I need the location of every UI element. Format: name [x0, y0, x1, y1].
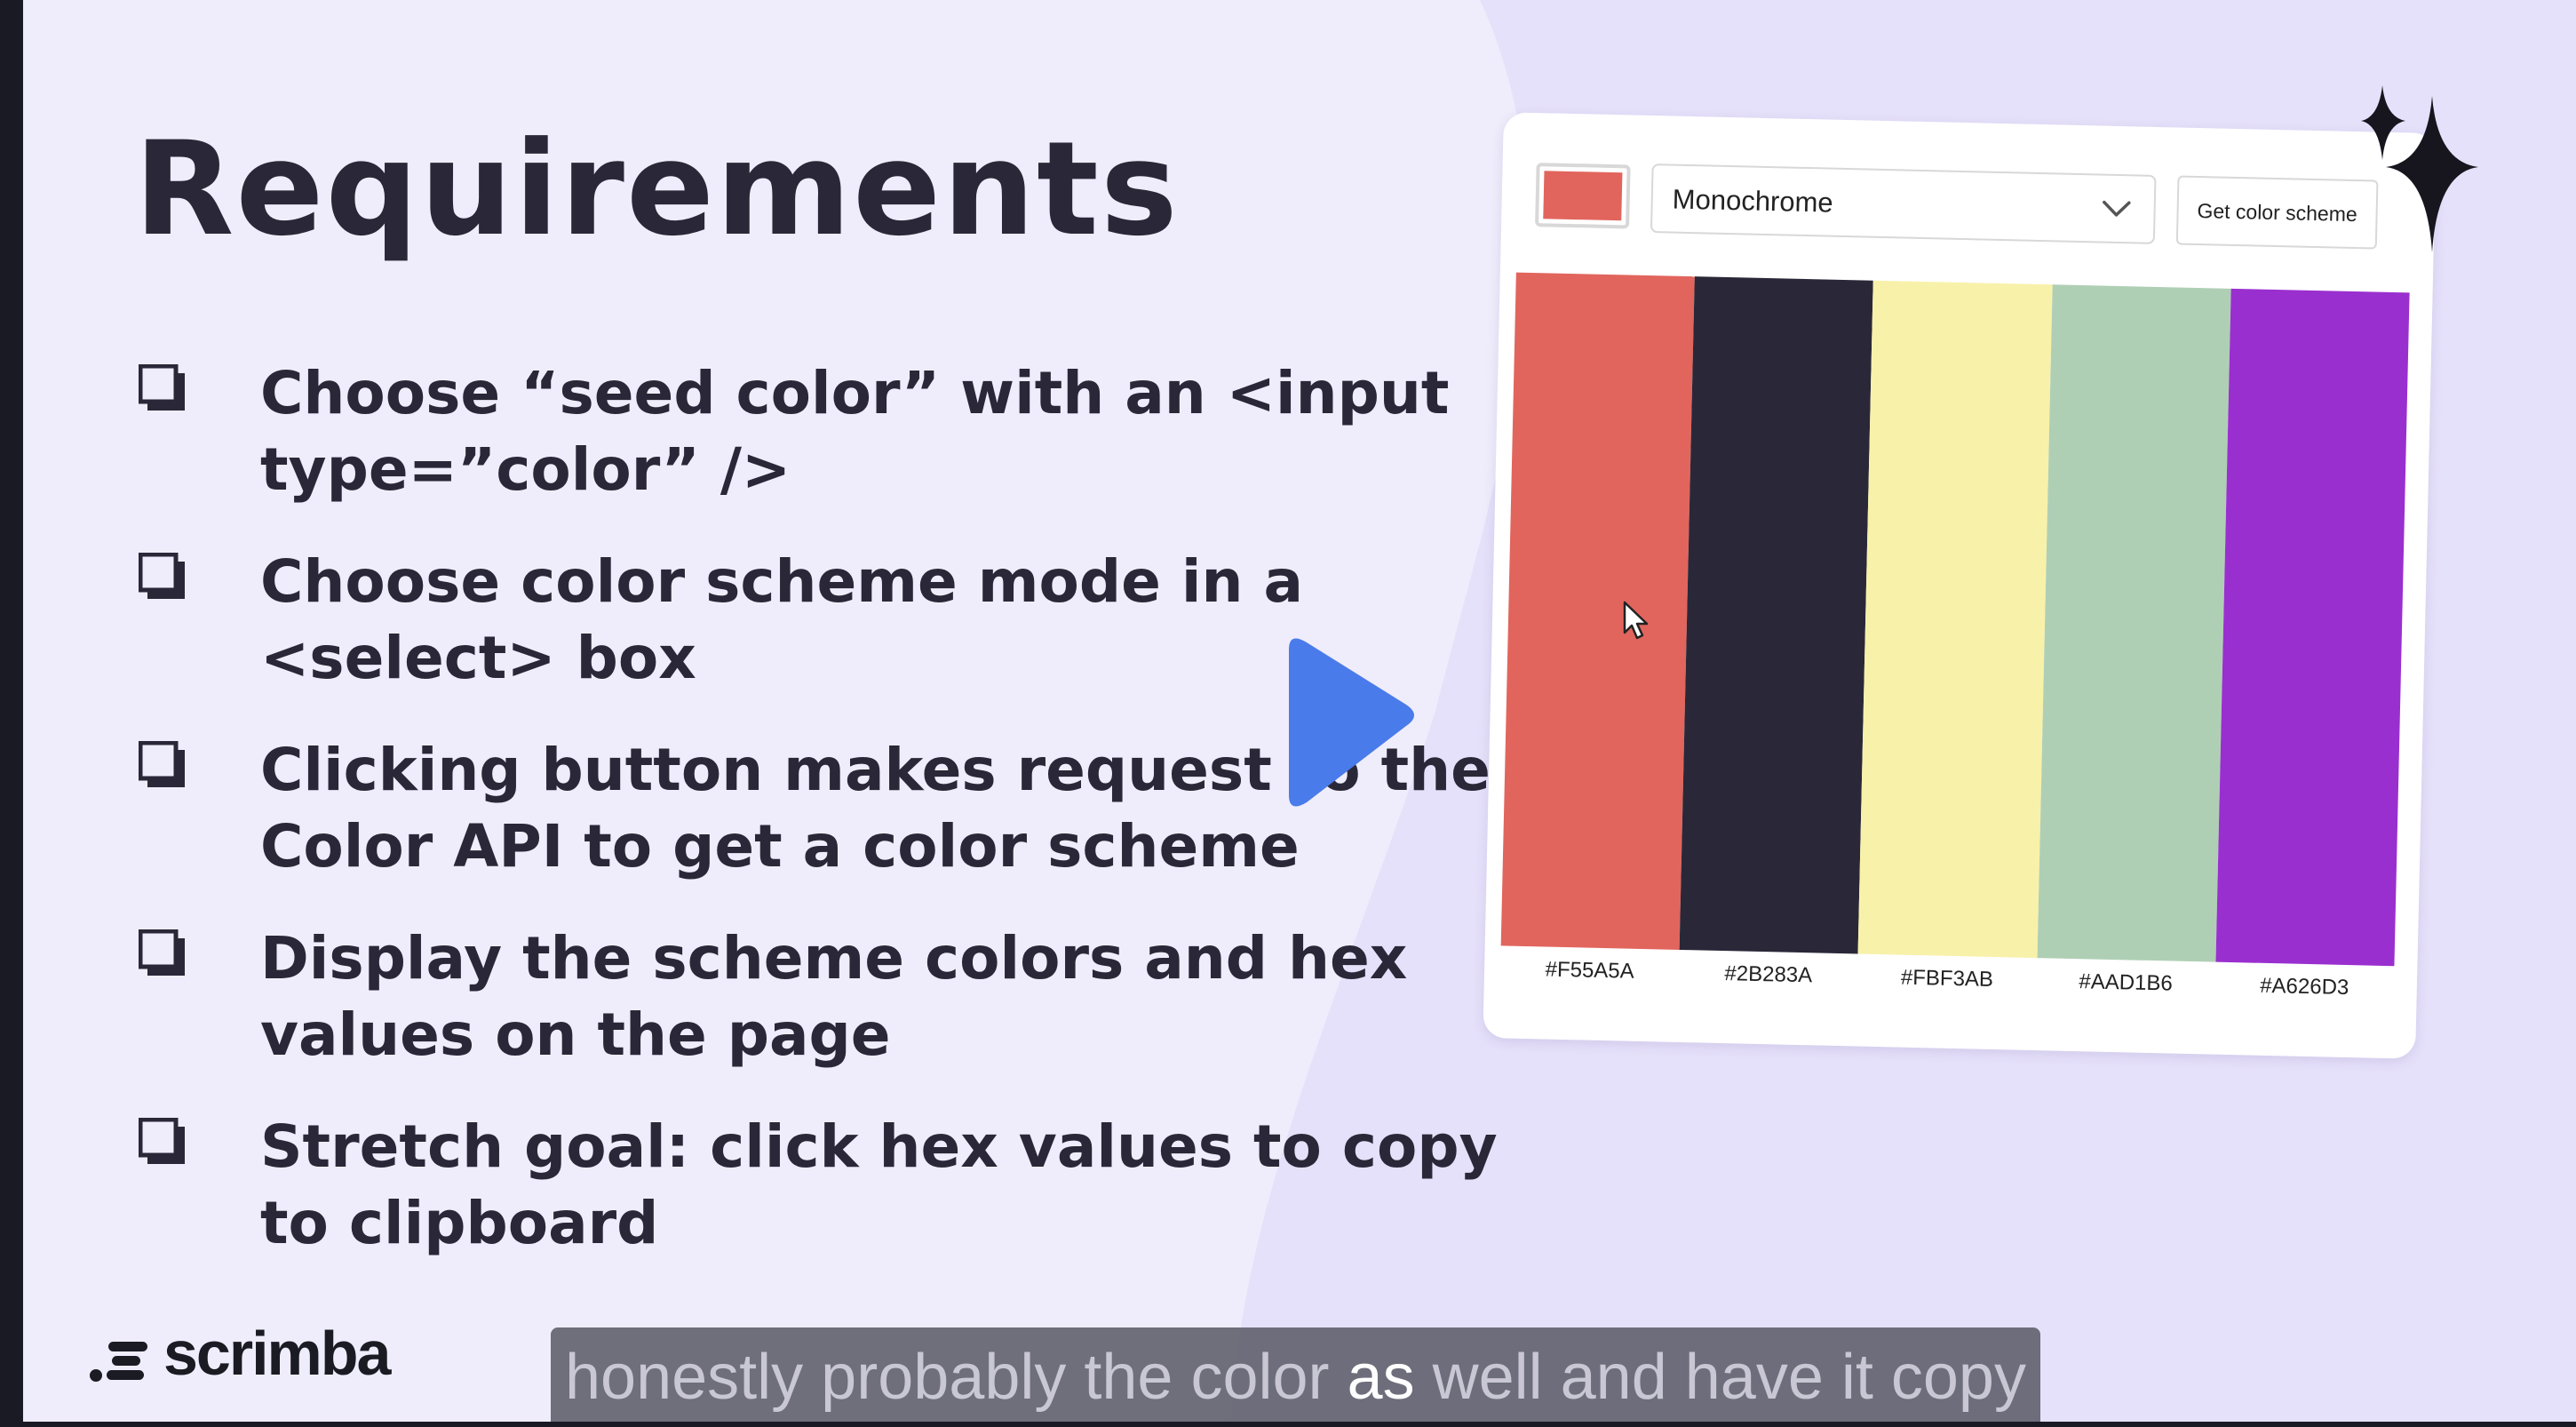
caption-text: well and have it copy	[1414, 1342, 2026, 1413]
color-swatch[interactable]	[1679, 276, 1874, 954]
hex-value[interactable]: #F55A5A	[1500, 956, 1680, 985]
hex-value[interactable]: #FBF3AB	[1857, 965, 2037, 994]
app-preview: Monochrome Get color scheme #F55A5A #2B2…	[1483, 112, 2437, 1059]
seed-color-fill	[1543, 171, 1623, 221]
caption-text: honestly probably the color	[565, 1342, 1348, 1413]
get-color-scheme-button[interactable]: Get color scheme	[2175, 175, 2379, 250]
checkbox-icon	[139, 741, 185, 787]
color-swatch[interactable]	[1857, 280, 2053, 959]
color-swatch[interactable]	[2215, 288, 2410, 967]
sparkle-icon	[2361, 85, 2478, 252]
hex-value[interactable]: #AAD1B6	[2036, 969, 2215, 998]
color-swatch[interactable]	[2037, 284, 2231, 962]
color-swatch[interactable]	[1500, 272, 1696, 950]
logo-text: scrimba	[163, 1319, 391, 1388]
checkbox-icon	[139, 553, 185, 599]
slide: Requirements Choose “seed color” with an…	[23, 0, 2576, 1422]
checkbox-icon	[139, 929, 185, 976]
hex-value[interactable]: #A626D3	[2214, 973, 2394, 1002]
checkbox-icon	[139, 364, 185, 411]
play-icon[interactable]	[1262, 626, 1422, 818]
caption-highlight: as	[1347, 1342, 1415, 1413]
subtitle-caption: honestly probably the color as well and …	[551, 1327, 2040, 1422]
checkbox-icon	[139, 1118, 185, 1164]
chevron-down-icon	[2103, 200, 2131, 217]
mouse-cursor-icon	[1623, 601, 1649, 640]
seed-color-input[interactable]	[1535, 163, 1631, 229]
requirement-text: Stretch goal: click hex values to copy to…	[260, 1112, 1498, 1257]
requirement-text: Display the scheme colors and hex values …	[260, 924, 1408, 1069]
slide-title: Requirements	[134, 114, 1180, 265]
mode-select[interactable]: Monochrome	[1650, 163, 2157, 244]
scrimba-logo-icon	[90, 1342, 147, 1382]
mode-select-value: Monochrome	[1672, 183, 1834, 219]
hex-value[interactable]: #2B283A	[1679, 961, 1858, 990]
requirement-text: Choose “seed color” with an <input type=”…	[260, 359, 1450, 504]
hex-values: #F55A5A #2B283A #FBF3AB #AAD1B6 #A626D3	[1500, 956, 2394, 1001]
